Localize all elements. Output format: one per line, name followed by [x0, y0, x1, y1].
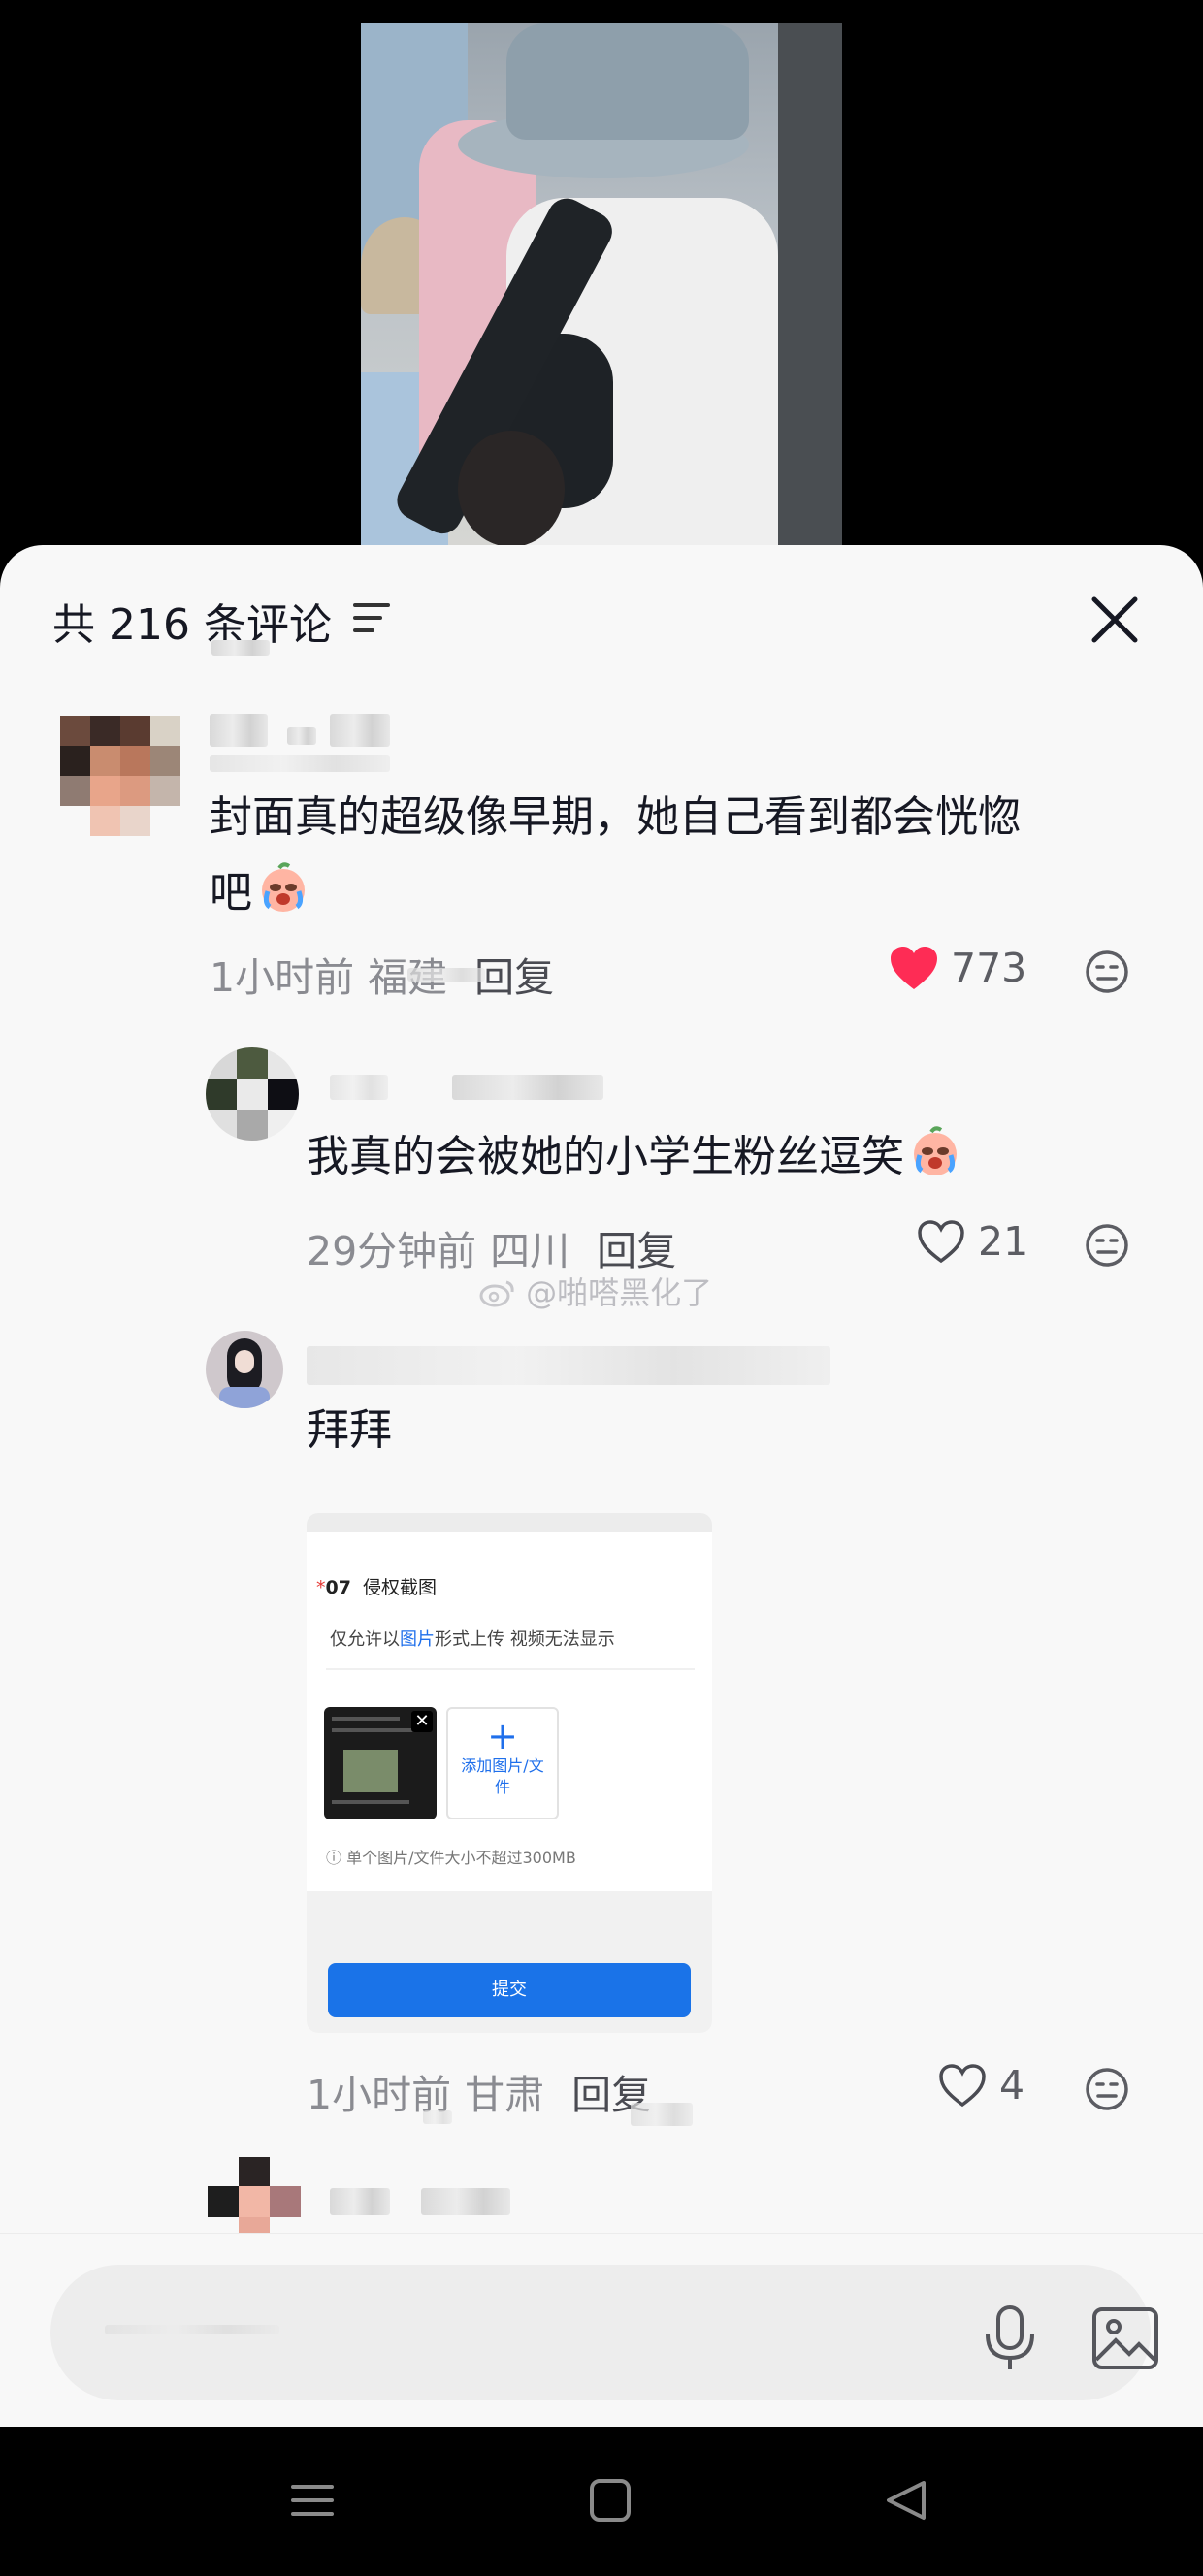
attachment-submit-label: 提交 — [328, 1963, 691, 2017]
comment-time: 1小时前 — [210, 954, 355, 1001]
comment-meta: 29分钟前 四川 回复 — [307, 1218, 676, 1276]
watermark: @啪嗒黑化了 — [479, 1269, 712, 1313]
video-player[interactable] — [0, 0, 1203, 582]
microphone-icon[interactable] — [980, 2303, 1040, 2373]
blurred-username — [421, 2188, 510, 2215]
blurred-region — [423, 2110, 452, 2124]
comment-count-title: 共 216 条评论 — [52, 600, 332, 650]
attachment-sub-suffix: 形式上传 视频无法显示 — [435, 1629, 615, 1650]
blurred-username — [330, 2188, 390, 2215]
video-frame — [361, 23, 842, 566]
blurred-username — [330, 1075, 388, 1100]
video-figure — [778, 23, 842, 566]
home-square-icon[interactable] — [580, 2471, 638, 2529]
menu-icon[interactable] — [283, 2471, 341, 2529]
crying-emoji-icon — [262, 862, 305, 912]
comment-sheet: 共 216 条评论 封面真的超级像早期，她自己看到都会恍惚 吧 1小时前 回复 … — [0, 545, 1203, 2425]
attachment-heading-text: 侵权截图 — [363, 1577, 438, 1598]
avatar[interactable] — [60, 716, 180, 836]
attachment-subtext: 仅允许以图片形式上传 视频无法显示 — [330, 1626, 615, 1651]
blurred-username — [210, 714, 268, 747]
comment-time: 29分钟前 — [307, 1228, 477, 1274]
attachment-note: ⓘ 单个图片/文件大小不超过300MB — [326, 1849, 576, 1867]
avatar[interactable] — [206, 1047, 299, 1141]
sheet-header: 共 216 条评论 — [0, 545, 1203, 691]
thumb-line — [332, 1717, 400, 1721]
comment-meta: 1小时前福建回复 — [210, 945, 554, 1003]
uploaded-thumbnail: ✕ — [324, 1707, 437, 1819]
sort-icon[interactable] — [353, 603, 394, 642]
close-icon[interactable] — [1085, 590, 1145, 650]
thumb-photo — [343, 1750, 398, 1792]
like-count: 4 — [999, 2062, 1025, 2109]
weibo-icon — [479, 1280, 514, 1307]
comment-text: 拜拜 — [307, 1405, 392, 1455]
dislike-face-icon[interactable] — [1085, 950, 1129, 994]
like-button[interactable]: 773 — [889, 945, 1026, 991]
attachment-sub-highlight: 图片 — [400, 1629, 435, 1650]
back-triangle-icon[interactable] — [877, 2471, 935, 2529]
dislike-face-icon[interactable] — [1085, 1223, 1129, 1268]
avatar[interactable] — [206, 1331, 283, 1408]
comment-image-attachment[interactable]: *07 侵权截图 仅允许以图片形式上传 视频无法显示 ✕ + 添加图片/文件 ⓘ… — [307, 1513, 712, 2033]
reply-button[interactable]: 回复 — [597, 1228, 676, 1274]
reply-button[interactable]: 回复 — [474, 954, 554, 1001]
blurred-username — [330, 714, 390, 747]
remove-thumbnail-icon: ✕ — [411, 1711, 433, 1732]
blurred-username — [452, 1075, 603, 1100]
heart-outline-icon — [918, 1220, 964, 1264]
thumb-line — [332, 1728, 419, 1732]
plus-icon: + — [487, 1715, 518, 1757]
blurred-region — [631, 2103, 693, 2126]
crying-emoji-icon — [914, 1126, 957, 1175]
blurred-region — [407, 968, 485, 982]
video-figure — [458, 431, 565, 547]
watermark-text: @啪嗒黑化了 — [526, 1274, 713, 1311]
image-icon[interactable] — [1090, 2305, 1160, 2371]
add-file-label: 添加图片/文件 — [461, 1756, 544, 1796]
like-count: 21 — [978, 1218, 1029, 1265]
comment-text-line: 我真的会被她的小学生粉丝逗笑 — [307, 1132, 904, 1181]
blurred-region — [211, 640, 270, 656]
like-button[interactable]: 4 — [937, 2062, 1024, 2109]
dislike-face-icon[interactable] — [1085, 2067, 1129, 2111]
heart-filled-icon — [891, 947, 937, 989]
comment-input-field[interactable] — [50, 2265, 1158, 2400]
comment-text-line: 封面真的超级像早期，她自己看到都会恍惚 — [210, 792, 1021, 842]
blurred-username — [210, 755, 390, 772]
add-file-box: + 添加图片/文件 — [446, 1707, 559, 1819]
thumb-line — [332, 1800, 409, 1804]
comment-location: 甘肃 — [465, 2072, 545, 2118]
video-figure — [506, 23, 749, 140]
comment-text: 我真的会被她的小学生粉丝逗笑 — [307, 1119, 1141, 1195]
heart-outline-icon — [939, 2064, 986, 2108]
blurred-username — [287, 727, 316, 745]
comment-text-line: 吧 — [210, 868, 252, 918]
like-count: 773 — [951, 945, 1027, 991]
attachment-heading: *07 侵权截图 — [316, 1577, 438, 1598]
comment-meta: 1小时前 甘肃 回复 — [307, 2062, 651, 2120]
comment-input-bar — [0, 2233, 1203, 2427]
comment-text: 封面真的超级像早期，她自己看到都会恍惚 吧 — [210, 780, 1160, 931]
blurred-username — [307, 1346, 830, 1385]
system-navigation-bar — [0, 2427, 1203, 2576]
comment-input[interactable] — [105, 2303, 900, 2362]
avatar[interactable] — [208, 2157, 301, 2233]
comment-location: 四川 — [490, 1228, 570, 1274]
attachment-sub-prefix: 仅允许以 — [330, 1629, 400, 1650]
attachment-heading-num: 07 — [325, 1577, 351, 1598]
like-button[interactable]: 21 — [916, 1218, 1028, 1265]
comment-item: 封面真的超级像早期，她自己看到都会恍惚 吧 1小时前福建回复 773 — [0, 691, 1203, 1011]
attachment-topbar — [307, 1513, 712, 1532]
divider — [326, 1668, 695, 1670]
